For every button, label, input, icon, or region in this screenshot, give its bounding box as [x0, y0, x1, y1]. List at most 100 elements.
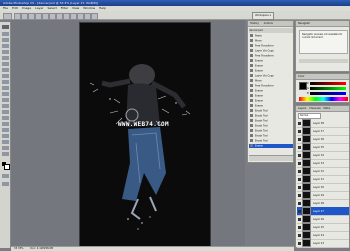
option-icon[interactable]: [56, 13, 63, 20]
history-item[interactable]: Eraser: [249, 69, 293, 73]
green-slider[interactable]: [310, 87, 346, 90]
tab-layers[interactable]: Layers: [298, 107, 306, 110]
tab-actions[interactable]: Actions: [264, 22, 273, 25]
history-item[interactable]: Free Transform: [249, 84, 293, 88]
menu-image[interactable]: Image: [22, 6, 31, 10]
option-icon[interactable]: [14, 13, 21, 20]
history-item[interactable]: Brush Tool: [249, 129, 293, 133]
history-item[interactable]: Brush Tool: [249, 119, 293, 123]
option-icon[interactable]: [70, 13, 77, 20]
eye-icon[interactable]: [298, 241, 301, 245]
document-canvas[interactable]: [79, 22, 211, 247]
eye-icon[interactable]: [298, 161, 301, 165]
history-item[interactable]: Eraser: [249, 99, 293, 103]
option-icon[interactable]: [63, 13, 70, 20]
stamp-tool-icon[interactable]: [2, 74, 9, 78]
eye-icon[interactable]: [298, 145, 301, 149]
eye-icon[interactable]: [298, 209, 301, 213]
blur-tool-icon[interactable]: [2, 98, 9, 102]
option-icon[interactable]: [84, 13, 91, 20]
screen-mode-icon[interactable]: [2, 182, 9, 186]
navigator-zoom-slider[interactable]: [299, 59, 348, 63]
lasso-tool-icon[interactable]: [2, 38, 9, 42]
dodge-tool-icon[interactable]: [2, 104, 9, 108]
eye-icon[interactable]: [298, 153, 301, 157]
menu-help[interactable]: Help: [99, 6, 106, 10]
color-ramp[interactable]: [299, 97, 348, 101]
history-item-active[interactable]: Eraser: [249, 144, 293, 148]
type-tool-icon[interactable]: [2, 116, 9, 120]
eye-icon[interactable]: [298, 233, 301, 237]
gradient-tool-icon[interactable]: [2, 92, 9, 96]
foreground-color-swatch[interactable]: [299, 82, 307, 90]
history-item[interactable]: Brush Tool: [249, 109, 293, 113]
history-item[interactable]: Eraser: [249, 89, 293, 93]
option-icon[interactable]: [49, 13, 56, 20]
menu-filter[interactable]: Filter: [61, 6, 68, 10]
background-color-swatch[interactable]: [4, 164, 10, 170]
menu-window[interactable]: Window: [83, 6, 95, 10]
eye-icon[interactable]: [298, 177, 301, 181]
path-selection-icon[interactable]: [2, 110, 9, 114]
blue-slider[interactable]: [310, 92, 346, 95]
history-item[interactable]: Free Transform: [249, 54, 293, 58]
slice-tool-icon[interactable]: [2, 56, 9, 60]
crop-tool-icon[interactable]: [2, 50, 9, 54]
history-item[interactable]: Eraser: [249, 94, 293, 98]
history-item[interactable]: Brush Tool: [249, 114, 293, 118]
history-snapshot[interactable]: dancer.psd: [249, 28, 293, 33]
option-icon[interactable]: [91, 13, 98, 20]
eraser-tool-icon[interactable]: [2, 86, 9, 90]
eye-icon[interactable]: [298, 169, 301, 173]
menu-edit[interactable]: Edit: [12, 6, 18, 10]
history-item[interactable]: Eraser: [249, 64, 293, 68]
eyedropper-icon[interactable]: [2, 140, 9, 144]
eye-icon[interactable]: [298, 193, 301, 197]
quick-mask-icon[interactable]: [2, 174, 9, 178]
history-item[interactable]: Brush Tool: [249, 134, 293, 138]
history-item[interactable]: Brush Tool: [249, 139, 293, 143]
eye-icon[interactable]: [298, 217, 301, 221]
tab-navigator[interactable]: Navigator: [298, 22, 310, 25]
option-icon[interactable]: [21, 13, 28, 20]
healing-brush-icon[interactable]: [2, 62, 9, 66]
history-item[interactable]: Paste: [249, 34, 293, 38]
hand-tool-icon[interactable]: [2, 146, 9, 150]
zoom-tool-icon[interactable]: [2, 152, 9, 156]
history-item[interactable]: Move: [249, 79, 293, 83]
history-item[interactable]: Layer Via Copy: [249, 49, 293, 53]
zoom-level[interactable]: 33.33%: [14, 247, 24, 250]
eye-icon[interactable]: [298, 137, 301, 141]
history-item[interactable]: Layer Via Copy: [249, 74, 293, 78]
history-item[interactable]: Eraser: [249, 59, 293, 63]
tab-history[interactable]: History: [250, 22, 259, 25]
history-item[interactable]: Move: [249, 39, 293, 43]
eye-icon[interactable]: [298, 201, 301, 205]
pen-tool-icon[interactable]: [2, 122, 9, 126]
history-brush-icon[interactable]: [2, 80, 9, 84]
menu-select[interactable]: Select: [48, 6, 57, 10]
history-item[interactable]: Brush Tool: [249, 124, 293, 128]
option-icon[interactable]: [42, 13, 49, 20]
eye-icon[interactable]: [298, 129, 301, 133]
red-slider[interactable]: [310, 82, 346, 85]
brush-tool-icon[interactable]: [2, 68, 9, 72]
tab-channels[interactable]: Channels: [309, 107, 321, 110]
workspace-button[interactable]: Workspace ▾: [252, 12, 274, 20]
option-icon[interactable]: [28, 13, 35, 20]
marquee-tool-icon[interactable]: [2, 32, 9, 36]
history-item[interactable]: Free Transform: [249, 44, 293, 48]
eye-icon[interactable]: [298, 185, 301, 189]
magic-wand-icon[interactable]: [2, 44, 9, 48]
tool-preset-button[interactable]: [3, 13, 12, 20]
tab-color[interactable]: Color: [298, 75, 305, 78]
option-icon[interactable]: [77, 13, 84, 20]
option-icon[interactable]: [35, 13, 42, 20]
move-tool-icon[interactable]: [2, 25, 9, 29]
tab-paths[interactable]: Paths: [323, 107, 330, 110]
notes-tool-icon[interactable]: [2, 134, 9, 138]
eye-icon[interactable]: [298, 225, 301, 229]
menu-view[interactable]: View: [72, 6, 79, 10]
menu-file[interactable]: File: [3, 6, 8, 10]
layer-row[interactable]: Layer 23: [297, 239, 349, 248]
